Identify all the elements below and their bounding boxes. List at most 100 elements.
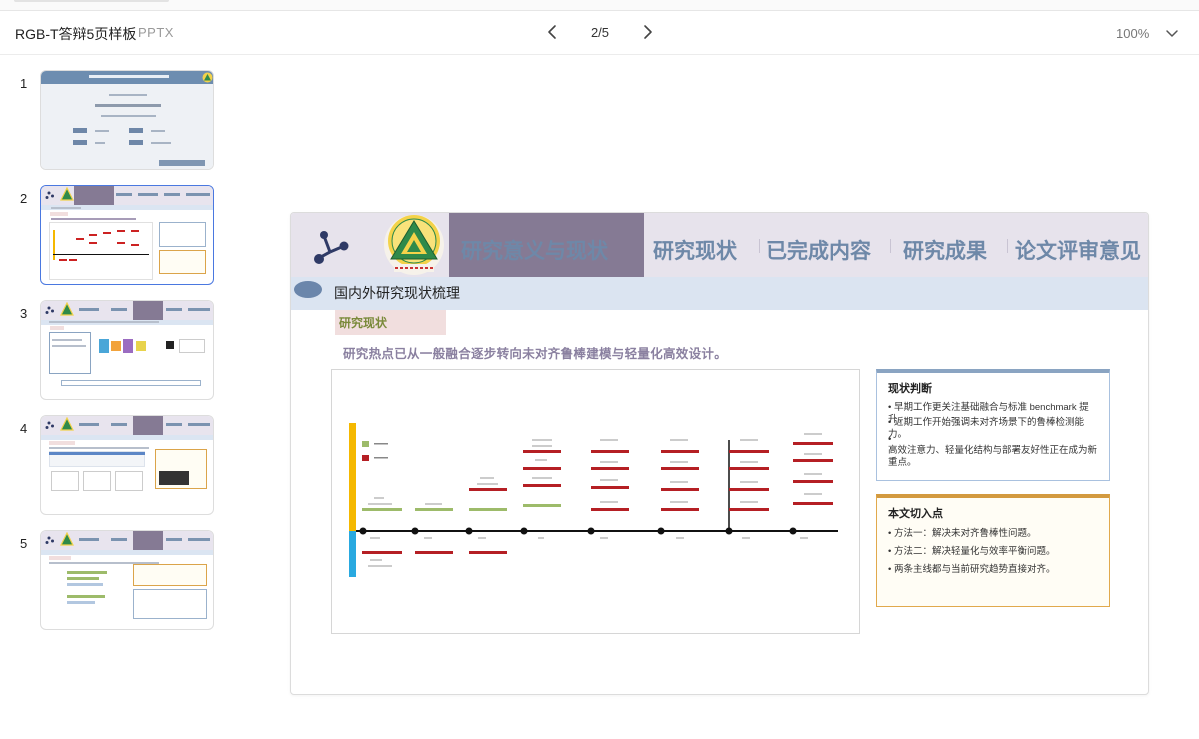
- timeline-cyan-bar: [349, 531, 356, 577]
- thumbnail-sidebar: 1 2 3 4 5: [0, 56, 230, 739]
- thumbnail-item-5[interactable]: 5: [0, 516, 230, 630]
- red-marker: [591, 486, 629, 489]
- red-marker: [415, 551, 453, 554]
- red-marker: [469, 551, 507, 554]
- red-marker: [793, 459, 833, 462]
- document-title: RGB-T答辩5页样板: [15, 26, 137, 42]
- top-strip-mark: [14, 0, 169, 2]
- slide-tab-3: 研究成果: [903, 240, 987, 263]
- thumb-emblem: [202, 72, 213, 83]
- green-marker: [415, 508, 453, 511]
- card-line: • 方法二：解决轻量化与效率平衡问题。: [888, 546, 1056, 557]
- red-marker: [591, 450, 629, 453]
- illegible-label-strokes: [368, 433, 822, 567]
- green-marker: [523, 504, 561, 507]
- red-marker: [729, 467, 769, 470]
- thumbnail-slide-3[interactable]: [40, 300, 214, 400]
- slide-subtitle: 国内外研究现状梳理: [334, 285, 460, 301]
- tab-separator: [759, 239, 760, 253]
- legend-line-1: [374, 443, 388, 445]
- thumbnail-slide-5[interactable]: [40, 530, 214, 630]
- card-title: 现状判断: [888, 383, 932, 395]
- thumbnail-number: 4: [20, 421, 28, 436]
- thumb-share-icon: [45, 306, 54, 314]
- thumb-emblem: [60, 302, 74, 316]
- red-marker: [591, 467, 629, 470]
- window-top-strip: [0, 0, 1199, 11]
- thumbnail-slide-2[interactable]: [40, 185, 214, 285]
- university-emblem: [384, 215, 444, 275]
- viewer-toolbar: RGB-T答辩5页样板 PPTX 2/5 100%: [0, 11, 1199, 55]
- thumb-emblem: [60, 187, 74, 201]
- green-marker: [469, 508, 507, 511]
- thumb-body: [41, 84, 213, 169]
- thumb-share-icon: [45, 191, 54, 199]
- red-marker: [523, 484, 561, 487]
- thumbnail-number: 2: [20, 191, 28, 206]
- thumbnail-slide-4[interactable]: [40, 415, 214, 515]
- timeline-node: [359, 527, 367, 535]
- entry-point-card: 本文切入点 • 方法一：解决未对齐鲁棒性问题。 • 方法二：解决轻量化与效率平衡…: [876, 494, 1110, 607]
- red-marker: [729, 450, 769, 453]
- green-markers: [362, 504, 561, 511]
- legend-green-swatch: [362, 441, 369, 447]
- red-marker: [469, 488, 507, 491]
- timeline-node: [587, 527, 595, 535]
- red-marker: [729, 508, 769, 511]
- red-markers: [362, 442, 833, 554]
- red-marker: [729, 488, 769, 491]
- thumb-share-icon: [45, 536, 54, 544]
- timeline-node: [657, 527, 665, 535]
- thumb-header: [41, 71, 213, 84]
- slide-tab-0: 研究意义与现状: [461, 240, 608, 263]
- thumbnail-item-3[interactable]: 3: [0, 286, 230, 400]
- timeline-graphic: [349, 423, 838, 577]
- zoom-level[interactable]: 100%: [1116, 26, 1149, 41]
- thumbnail-item-4[interactable]: 4: [0, 401, 230, 515]
- slide-lead-text: 研究热点已从一般融合逐步转向未对齐鲁棒建模与轻量化高效设计。: [343, 347, 728, 361]
- thumb-share-icon: [45, 421, 54, 429]
- card-line: 高效注意力、轻量化结构与部署友好性正在成为新重点。: [888, 445, 1098, 468]
- slide-canvas: 研究意义与现状 研究现状 已完成内容 研究成果 论文评审意见 国内外研究现状梳理…: [290, 212, 1149, 695]
- status-judgement-card: 现状判断 • 早期工作更关注基础融合与标准 benchmark 提升。 • 近期…: [876, 369, 1110, 481]
- legend-red-swatch: [362, 455, 369, 461]
- thumbnail-number: 1: [20, 76, 28, 91]
- card-line: • 两条主线都与当前研究趋势直接对齐。: [888, 564, 1056, 575]
- red-marker: [661, 508, 699, 511]
- red-marker: [793, 480, 833, 483]
- chevron-down-icon: [1166, 30, 1178, 37]
- previous-page-button[interactable]: [542, 21, 564, 43]
- red-marker: [793, 502, 833, 505]
- thumbnail-item-1[interactable]: 1: [0, 56, 230, 170]
- red-marker: [661, 467, 699, 470]
- red-marker: [523, 467, 561, 470]
- timeline-node: [725, 527, 733, 535]
- slide-tab-2: 已完成内容: [766, 240, 871, 263]
- share-icon: [314, 231, 349, 264]
- zoom-dropdown-button[interactable]: [1163, 24, 1181, 42]
- thumbnail-slide-1[interactable]: [40, 70, 214, 170]
- green-marker: [362, 508, 402, 511]
- timeline-figure: [331, 369, 860, 634]
- section-tag: 研究现状: [339, 316, 388, 330]
- red-marker: [661, 488, 699, 491]
- next-page-button[interactable]: [636, 21, 658, 43]
- thumbnail-number: 5: [20, 536, 28, 551]
- slide-tab-4: 论文评审意见: [1015, 240, 1141, 263]
- chevron-left-icon: [548, 25, 556, 39]
- red-marker: [523, 450, 561, 453]
- red-marker: [591, 508, 629, 511]
- timeline-node: [789, 527, 797, 535]
- timeline-node: [520, 527, 528, 535]
- thumb-emblem: [60, 532, 74, 546]
- page-indicator: 2/5: [590, 25, 610, 40]
- card-line: • 方法一：解决未对齐鲁棒性问题。: [888, 528, 1037, 539]
- slide-tab-1: 研究现状: [653, 240, 737, 263]
- thumbnail-item-2[interactable]: 2: [0, 171, 230, 285]
- red-marker: [793, 442, 833, 445]
- tab-separator: [1007, 239, 1008, 253]
- subheader-oval-marker: [294, 281, 322, 298]
- card-title: 本文切入点: [888, 508, 943, 520]
- document-type-badge: PPTX: [138, 25, 174, 40]
- chevron-right-icon: [644, 25, 652, 39]
